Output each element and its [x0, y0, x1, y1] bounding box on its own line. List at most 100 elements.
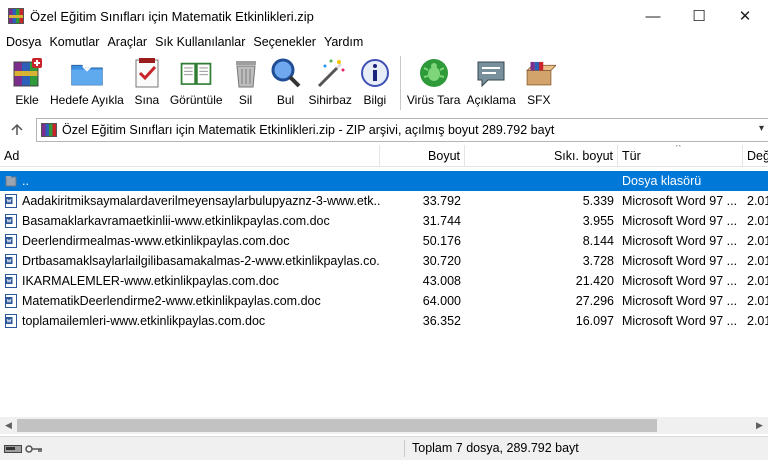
view-book-icon: [179, 56, 213, 90]
column-header-size[interactable]: Boyut: [380, 145, 465, 167]
cell-name: ..: [22, 174, 29, 188]
archive-icon: [41, 123, 57, 137]
cell-type: Microsoft Word 97 ...: [622, 194, 738, 208]
status-bar: Toplam 7 dosya, 289.792 bayt: [0, 436, 768, 460]
column-header-packed[interactable]: Sıkı. boyut: [465, 145, 618, 167]
sfx-box-icon: [522, 56, 556, 90]
cell-modified: 2.01: [747, 214, 768, 228]
view-button[interactable]: Görüntüle: [170, 52, 223, 107]
up-arrow-icon[interactable]: [0, 117, 34, 143]
word-doc-icon: [5, 254, 17, 268]
delete-label: Sil: [238, 93, 253, 107]
test-button[interactable]: Sına: [130, 52, 164, 107]
cell-size: 30.720: [422, 254, 461, 268]
list-item[interactable]: Deerlendirmealmas-www.etkinlikpaylas.com…: [0, 231, 768, 251]
virus-scan-icon: [417, 56, 451, 90]
cell-packed: 5.339: [582, 194, 614, 208]
wizard-button[interactable]: Sihirbaz: [309, 52, 352, 107]
list-item[interactable]: Drtbasamaklsaylarlailgilibasamakalmas-2-…: [0, 251, 768, 271]
info-button[interactable]: Bilgi: [358, 52, 392, 107]
word-doc-icon: [5, 274, 17, 288]
test-icon: [130, 56, 164, 90]
wizard-wand-icon: [313, 56, 347, 90]
find-label: Bul: [276, 93, 295, 107]
delete-button[interactable]: Sil: [229, 52, 263, 107]
menu-komutlar[interactable]: Komutlar: [45, 35, 103, 49]
wizard-label: Sihirbaz: [308, 93, 352, 107]
virus-scan-button[interactable]: Virüs Tara: [407, 52, 460, 107]
cell-name: IKARMALEMLER-www.etkinlikpaylas.com.doc: [22, 274, 280, 288]
cell-type: Microsoft Word 97 ...: [622, 254, 738, 268]
word-doc-icon: [5, 214, 17, 228]
cell-packed: 21.420: [575, 274, 614, 288]
cell-packed: 16.097: [575, 314, 614, 328]
cell-modified: 2.01: [747, 294, 768, 308]
cell-name: MatematikDeerlendirme2-www.etkinlikpayla…: [22, 294, 321, 308]
list-header: Ad Boyut Sıkı. boyut Tür ^ Değ: [0, 145, 768, 167]
key-icon[interactable]: [25, 443, 43, 457]
drive-icon[interactable]: [4, 443, 22, 457]
list-item-parent-folder[interactable]: .. Dosya klasörü: [0, 171, 768, 191]
cell-type: Microsoft Word 97 ...: [622, 314, 738, 328]
cell-modified: 2.01: [747, 234, 768, 248]
status-separator: [404, 440, 405, 457]
status-icons: [4, 443, 43, 457]
list-item[interactable]: Aadakiritmiksaymalardaverilmeyensaylarbu…: [0, 191, 768, 211]
sfx-button[interactable]: SFX: [522, 52, 556, 107]
address-field[interactable]: Özel Eğitim Sınıfları için Matematik Etk…: [36, 118, 768, 142]
cell-name: Basamaklarkavramaetkinlii-www.etkinlikpa…: [22, 214, 330, 228]
cell-name: Deerlendirmealmas-www.etkinlikpaylas.com…: [22, 234, 290, 248]
extract-to-button[interactable]: Hedefe Ayıkla: [50, 52, 124, 107]
test-label: Sına: [134, 93, 160, 107]
maximize-button[interactable]: ☐: [676, 0, 722, 32]
comment-icon: [474, 56, 508, 90]
file-list: Ad Boyut Sıkı. boyut Tür ^ Değ .. Dosya k…: [0, 145, 768, 417]
toolbar-separator: [399, 56, 401, 110]
info-icon: [358, 56, 392, 90]
chevron-down-icon[interactable]: ▾: [759, 123, 764, 134]
horizontal-scrollbar[interactable]: ◀ ▶: [0, 417, 768, 434]
close-button[interactable]: ✕: [722, 0, 768, 32]
cell-type: Microsoft Word 97 ...: [622, 214, 738, 228]
add-button[interactable]: Ekle: [10, 52, 44, 107]
cell-modified: 2.01: [747, 254, 768, 268]
list-item[interactable]: IKARMALEMLER-www.etkinlikpaylas.com.doc 4…: [0, 271, 768, 291]
cell-type: Dosya klasörü: [622, 174, 702, 188]
menu-sik-kullanilanlar[interactable]: Sık Kullanılanlar: [151, 35, 249, 49]
word-doc-icon: [5, 314, 17, 328]
menu-yardim[interactable]: Yardım: [320, 35, 367, 49]
word-doc-icon: [5, 294, 17, 308]
window-title: Özel Eğitim Sınıfları için Matematik Etk…: [30, 8, 314, 24]
add-label: Ekle: [15, 93, 39, 107]
info-label: Bilgi: [363, 93, 387, 107]
cell-size: 43.008: [422, 274, 461, 288]
extract-folder-icon: [70, 56, 104, 90]
menu-dosya[interactable]: Dosya: [2, 35, 45, 49]
list-item[interactable]: Basamaklarkavramaetkinlii-www.etkinlikpa…: [0, 211, 768, 231]
status-text: Toplam 7 dosya, 289.792 bayt: [412, 441, 579, 455]
menu-secenekler[interactable]: Seçenekler: [249, 35, 320, 49]
minimize-button[interactable]: —: [630, 0, 676, 32]
trash-icon: [229, 56, 263, 90]
comment-button[interactable]: Açıklama: [466, 52, 516, 107]
view-label: Görüntüle: [169, 93, 223, 107]
word-doc-icon: [5, 194, 17, 208]
word-doc-icon: [5, 234, 17, 248]
find-button[interactable]: Bul: [269, 52, 303, 107]
toolbar: Ekle Hedefe Ayıkla Sına Görüntüle Sil Bu…: [0, 52, 768, 114]
list-item[interactable]: MatematikDeerlendirme2-www.etkinlikpayla…: [0, 291, 768, 311]
scrollbar-thumb[interactable]: [17, 419, 657, 432]
menu-araclar[interactable]: Araçlar: [103, 35, 151, 49]
cell-size: 64.000: [422, 294, 461, 308]
cell-packed: 3.955: [582, 214, 614, 228]
column-header-modified[interactable]: Değ: [743, 145, 768, 167]
sfx-label: SFX: [527, 93, 551, 107]
menu-bar: Dosya Komutlar Araçlar Sık Kullanılanlar…: [0, 32, 768, 52]
winrar-app-icon[interactable]: [8, 8, 24, 24]
list-item[interactable]: toplamailemleri-www.etkinlikpaylas.com.d…: [0, 311, 768, 331]
scroll-left-icon[interactable]: ◀: [0, 417, 17, 434]
cell-size: 33.792: [422, 194, 461, 208]
title-bar: Özel Eğitim Sınıfları için Matematik Etk…: [0, 0, 768, 32]
column-header-name[interactable]: Ad: [0, 145, 380, 167]
scroll-right-icon[interactable]: ▶: [751, 417, 768, 434]
